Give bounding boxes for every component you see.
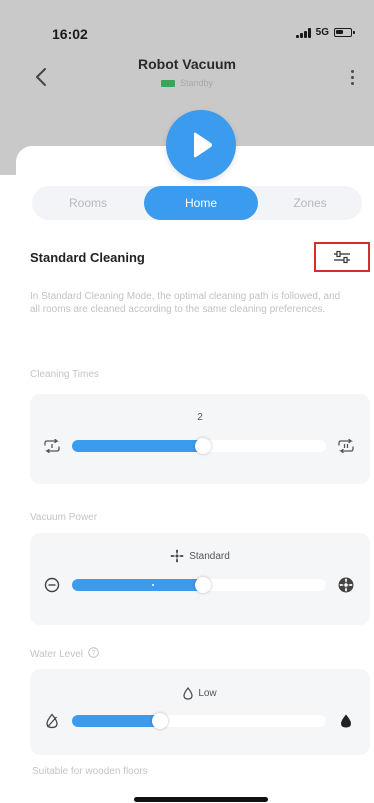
cleaning-times-slider[interactable] [72, 438, 326, 454]
play-icon [194, 132, 212, 158]
cleaning-times-knob[interactable] [195, 438, 211, 454]
repeat-twice-icon[interactable] [336, 436, 356, 456]
quiet-icon[interactable] [42, 575, 62, 595]
signal-icon [295, 27, 311, 38]
cleaning-times-label: Cleaning Times [30, 369, 99, 380]
page-title: Robot Vacuum [137, 56, 236, 72]
svg-text:?: ? [91, 650, 95, 657]
device-status-text: Standby [179, 78, 214, 88]
mode-tabs: Rooms Home Zones [32, 186, 362, 220]
more-options-button[interactable] [342, 64, 362, 90]
water-level-value-row: Low [30, 687, 370, 700]
vacuum-power-panel: Standard [30, 533, 370, 625]
more-dot-icon [350, 75, 354, 79]
cleaning-times-value-row: 2 [30, 412, 370, 423]
tab-rooms[interactable]: Rooms [32, 186, 144, 220]
repeat-once-icon[interactable] [42, 436, 62, 456]
drop-filled-icon[interactable] [336, 711, 356, 731]
no-water-icon[interactable] [42, 711, 62, 731]
water-level-label: Water Level [30, 649, 83, 660]
water-level-knob[interactable] [152, 713, 168, 729]
vacuum-power-value-row: Standard [30, 549, 370, 563]
water-level-fill [72, 715, 160, 727]
water-level-value: Low [198, 688, 217, 699]
help-icon[interactable]: ? [87, 647, 99, 658]
status-time: 16:02 [52, 26, 88, 42]
cleaning-settings-button[interactable] [314, 242, 370, 272]
device-status: Standby [0, 78, 374, 88]
vacuum-power-fill [72, 579, 203, 591]
fan-icon [170, 549, 184, 563]
cleaning-mode-description: In Standard Cleaning Mode, the optimal c… [30, 291, 341, 315]
vacuum-power-tick [152, 584, 154, 586]
tab-home[interactable]: Home [144, 186, 258, 220]
water-level-label-row: Water Level ? [30, 647, 99, 660]
status-bar: 16:02 5G [0, 0, 374, 46]
tab-zones[interactable]: Zones [258, 186, 362, 220]
more-dot-icon [350, 69, 354, 73]
cleaning-mode-title: Standard Cleaning [30, 250, 145, 265]
vacuum-power-slider[interactable] [72, 577, 326, 593]
status-indicators: 5G [295, 27, 355, 38]
home-indicator[interactable] [134, 797, 268, 802]
cleaning-times-panel: 2 [30, 394, 370, 484]
more-dot-icon [350, 81, 354, 85]
water-level-slider[interactable] [72, 713, 326, 729]
sliders-icon [334, 250, 350, 264]
cleaning-times-fill [72, 440, 203, 452]
network-label: 5G [315, 27, 329, 38]
app-header: Robot Vacuum Standby [0, 46, 374, 106]
battery-icon [334, 28, 355, 37]
phone-screen: 16:02 5G Robot Vacuum Standby Rooms Home… [0, 0, 374, 803]
water-level-note: Suitable for wooden floors [32, 766, 148, 777]
vacuum-power-value: Standard [189, 550, 230, 562]
water-level-panel: Low [30, 669, 370, 755]
vacuum-power-label: Vacuum Power [30, 512, 98, 523]
cleaning-times-value: 2 [197, 412, 203, 423]
vacuum-power-knob[interactable] [195, 577, 211, 593]
start-cleaning-button[interactable] [166, 110, 236, 180]
drop-outline-icon [183, 687, 193, 700]
max-power-icon[interactable] [336, 575, 356, 595]
device-battery-icon [160, 79, 175, 87]
